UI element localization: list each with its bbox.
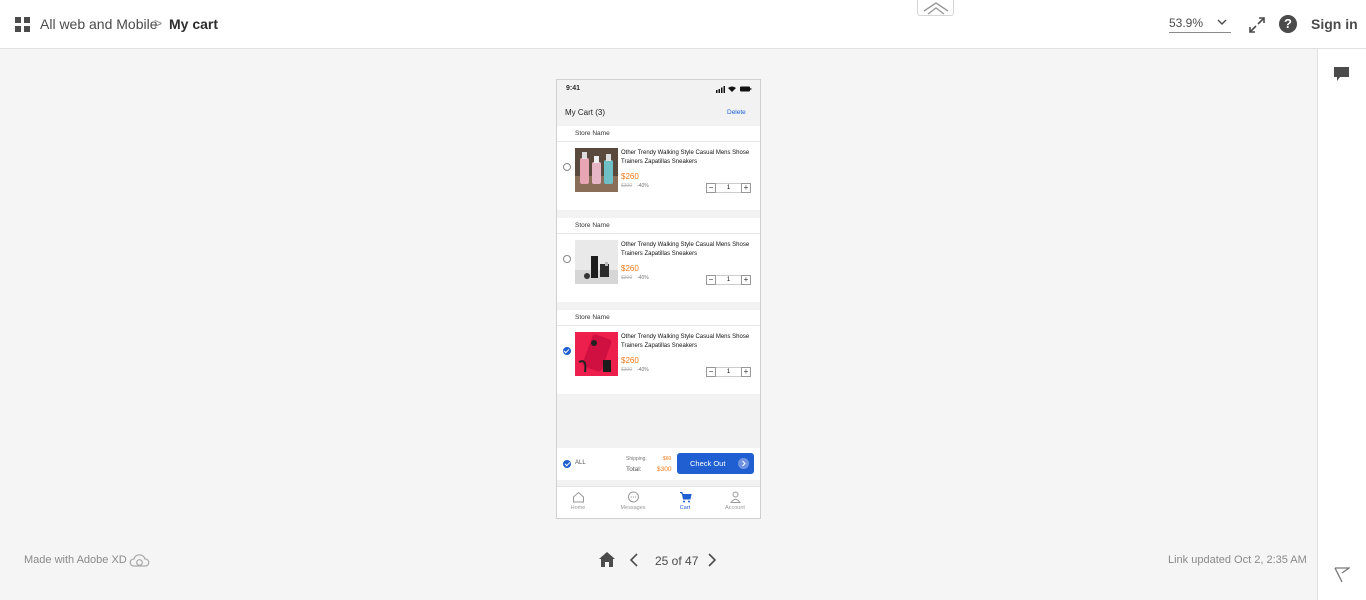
made-with-adobe-xd[interactable]: Made with Adobe XD — [24, 554, 127, 566]
increment-button[interactable]: + — [741, 183, 751, 193]
tab-label: Home — [570, 505, 586, 511]
breadcrumb-parent[interactable]: All web and Mobile — [40, 16, 158, 32]
decrement-button[interactable]: − — [706, 367, 716, 377]
cart-store-group: Store Name Other Trendy Walking Style Ca… — [557, 218, 760, 302]
bottom-tab-bar: Home Messages Cart Account — [557, 486, 760, 518]
select-all-checkbox[interactable] — [563, 460, 571, 468]
quantity-stepper: − 1 + — [706, 367, 751, 377]
original-price: $300 — [621, 183, 633, 189]
divider — [557, 325, 760, 326]
item-select-radio[interactable] — [563, 347, 571, 355]
product-price: $260 — [621, 172, 639, 181]
divider — [557, 233, 760, 234]
page-counter: 25 of 47 — [655, 554, 699, 568]
delete-button[interactable]: Delete — [727, 109, 746, 116]
discount-badge: -40% — [637, 367, 649, 373]
sign-in-button[interactable]: Sign in — [1311, 16, 1358, 32]
help-icon[interactable]: ? — [1279, 15, 1297, 33]
zoom-value: 53.9% — [1169, 16, 1204, 30]
item-select-radio[interactable] — [563, 255, 571, 263]
creative-cloud-icon — [129, 554, 150, 567]
cart-header: My Cart (3) Delete — [557, 98, 760, 126]
link-updated-text: Link updated Oct 2, 2:35 AM — [1168, 554, 1307, 566]
checkout-bar: ALL Shipping: $60 Total: $300 Check Out — [557, 448, 760, 480]
collapse-header-button[interactable] — [917, 0, 954, 16]
chevron-left-icon[interactable] — [629, 552, 639, 568]
cart-store-group: Store Name Other Trendy Walking Style Ca… — [557, 126, 760, 210]
select-all-label[interactable]: ALL — [575, 460, 586, 466]
quantity-stepper: − 1 + — [706, 275, 751, 285]
quantity-value[interactable]: 1 — [716, 275, 741, 285]
tab-cart[interactable]: Cart — [665, 489, 705, 511]
tab-label: Messages — [620, 505, 646, 511]
shipping-value: $60 — [663, 456, 672, 462]
status-bar: 9:41 — [557, 80, 760, 98]
cart-store-group: Store Name Other Trendy Walking Style Ca… — [557, 310, 760, 394]
check-out-button[interactable]: Check Out — [677, 453, 754, 474]
person-icon — [729, 491, 741, 503]
discount-badge: -40% — [637, 275, 649, 281]
total-label: Total: — [626, 466, 642, 473]
cart-title: My Cart (3) — [565, 108, 605, 117]
phone-artboard: 9:41 My Cart (3) Delete Store Name Other… — [556, 79, 761, 519]
tab-account[interactable]: Account — [715, 489, 755, 511]
double-chevron-up-icon — [923, 2, 949, 15]
chat-bubble-icon — [627, 491, 639, 503]
fullscreen-icon[interactable] — [1248, 16, 1266, 34]
tab-home[interactable]: Home — [558, 489, 598, 511]
decrement-button[interactable]: − — [706, 275, 716, 285]
status-time: 9:41 — [566, 85, 581, 92]
quantity-value[interactable]: 1 — [716, 367, 741, 377]
divider — [557, 141, 760, 142]
store-name[interactable]: Store Name — [575, 222, 610, 229]
product-title[interactable]: Other Trendy Walking Style Casual Mens S… — [621, 241, 755, 259]
tab-label: Account — [725, 505, 745, 511]
zoom-select[interactable]: 53.9% — [1169, 16, 1231, 33]
original-price: $300 — [621, 275, 633, 281]
decrement-button[interactable]: − — [706, 183, 716, 193]
store-name[interactable]: Store Name — [575, 130, 610, 137]
product-price: $260 — [621, 356, 639, 365]
app-grid-icon[interactable] — [15, 17, 30, 32]
flag-icon[interactable] — [1334, 567, 1350, 583]
check-out-label: Check Out — [690, 459, 726, 468]
cart-icon — [679, 492, 692, 503]
right-rail — [1317, 49, 1366, 600]
item-select-radio[interactable] — [563, 163, 571, 171]
chevron-down-icon — [1217, 19, 1227, 25]
shipping-label: Shipping: — [626, 456, 647, 462]
signal-wifi-battery-icon — [716, 86, 752, 93]
increment-button[interactable]: + — [741, 275, 751, 285]
product-title[interactable]: Other Trendy Walking Style Casual Mens S… — [621, 333, 755, 351]
home-icon[interactable] — [598, 551, 616, 568]
discount-badge: -40% — [637, 183, 649, 189]
tab-label: Cart — [679, 505, 691, 511]
product-image-phone[interactable] — [575, 332, 618, 376]
tab-messages[interactable]: Messages — [613, 489, 653, 511]
original-price: $300 — [621, 367, 633, 373]
product-price: $260 — [621, 264, 639, 273]
increment-button[interactable]: + — [741, 367, 751, 377]
chevron-right-icon[interactable] — [707, 552, 717, 568]
product-title[interactable]: Other Trendy Walking Style Casual Mens S… — [621, 149, 755, 167]
store-name[interactable]: Store Name — [575, 314, 610, 321]
product-image-cosmetics[interactable] — [575, 240, 618, 284]
breadcrumb-current: My cart — [169, 16, 219, 32]
top-bar: All web and Mobile > My cart 53.9% ? Sig… — [0, 0, 1366, 49]
breadcrumb-chevron-icon: > — [154, 15, 163, 31]
home-icon — [572, 491, 584, 503]
quantity-stepper: − 1 + — [706, 183, 751, 193]
product-image-bottles[interactable] — [575, 148, 618, 192]
comment-icon[interactable] — [1334, 67, 1349, 81]
total-value: $300 — [657, 466, 672, 473]
quantity-value[interactable]: 1 — [716, 183, 741, 193]
arrow-right-icon — [738, 458, 749, 469]
